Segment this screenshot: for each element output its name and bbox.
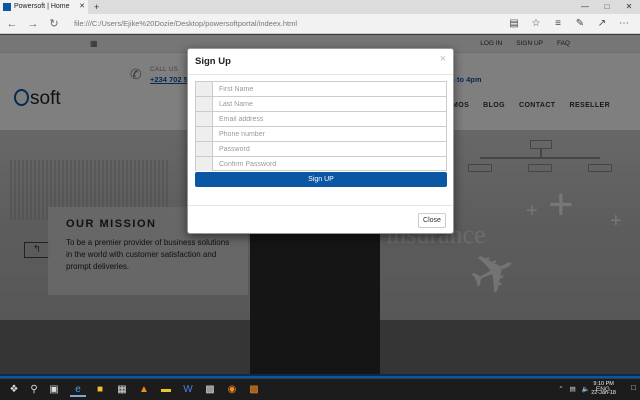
form-row <box>195 156 447 171</box>
address-bar: ← → ↻ file:///C:/Users/Ejike%20Dozie/Des… <box>0 14 640 34</box>
form-row <box>195 141 447 156</box>
network-icon[interactable]: ▤ <box>570 383 576 396</box>
lock-icon <box>196 142 213 156</box>
url-field[interactable]: file:///C:/Users/Ejike%20Dozie/Desktop/p… <box>74 16 514 32</box>
user-icon <box>196 82 213 96</box>
last-name-input[interactable] <box>214 97 446 111</box>
signup-modal: Sign Up × Sign UP Close <box>187 48 454 234</box>
task-view-icon[interactable]: ▣ <box>46 382 62 397</box>
envelope-icon <box>196 112 213 126</box>
notifications-icon[interactable]: □ <box>631 383 636 392</box>
email-input[interactable] <box>214 112 446 126</box>
search-icon[interactable]: ⚲ <box>26 382 42 397</box>
clock-time: 9:10 PM <box>593 381 614 387</box>
store-icon[interactable]: ▦ <box>114 382 130 397</box>
window-controls: — □ ✕ <box>574 0 640 14</box>
folder-icon[interactable]: ▬ <box>158 382 174 397</box>
form-row <box>195 126 447 141</box>
more-icon[interactable]: ⋯ <box>618 17 630 31</box>
signup-form <box>195 81 447 171</box>
modal-title: Sign Up <box>195 56 231 67</box>
modal-close-icon[interactable]: × <box>440 53 446 65</box>
browser-toolbar: ▤ ☆ ≡ ✎ ↗ ⋯ <box>508 17 630 31</box>
phone-input[interactable] <box>214 127 446 141</box>
user-icon <box>196 97 213 111</box>
browser-tab[interactable]: Powersoft | Home ✕ <box>0 0 88 14</box>
notes-icon[interactable]: ✎ <box>574 17 586 31</box>
password-input[interactable] <box>214 142 446 156</box>
modal-divider <box>188 205 453 206</box>
terminal-icon[interactable]: ▩ <box>202 382 218 397</box>
refresh-icon[interactable]: ↻ <box>47 17 61 31</box>
word-icon[interactable]: W <box>180 382 196 397</box>
share-icon[interactable]: ↗ <box>596 17 608 31</box>
confirm-password-input[interactable] <box>214 157 446 171</box>
chevron-up-icon[interactable]: ⌃ <box>558 383 563 396</box>
hub-icon[interactable]: ≡ <box>552 17 564 31</box>
windows-start-icon[interactable]: ❖ <box>6 382 22 397</box>
window-close-icon[interactable]: ✕ <box>618 0 640 14</box>
reading-view-icon[interactable]: ▤ <box>508 17 520 31</box>
edge-icon[interactable]: e <box>70 382 86 397</box>
tab-bar: Powersoft | Home ✕ + — □ ✕ <box>0 0 640 14</box>
site-favicon-icon <box>3 3 11 11</box>
favorite-icon[interactable]: ☆ <box>530 17 542 31</box>
file-explorer-icon[interactable]: ■ <box>92 382 108 397</box>
volume-icon[interactable]: 🔈 <box>582 383 590 396</box>
phone-field-icon <box>196 127 213 141</box>
paint-icon[interactable]: ▩ <box>246 382 262 397</box>
forward-icon[interactable]: → <box>26 17 40 31</box>
tab-close-icon[interactable]: ✕ <box>79 0 85 14</box>
clock[interactable]: 9:10 PM 22-Jan-18 <box>591 380 616 398</box>
first-name-input[interactable] <box>214 82 446 96</box>
modal-header: Sign Up × <box>188 49 453 75</box>
form-row <box>195 81 447 96</box>
lock-icon <box>196 157 213 171</box>
clock-date: 22-Jan-18 <box>591 390 616 396</box>
signup-submit-button[interactable]: Sign UP <box>195 172 447 187</box>
new-tab-button[interactable]: + <box>94 0 99 14</box>
maximize-icon[interactable]: □ <box>596 0 618 14</box>
back-icon[interactable]: ← <box>5 17 19 31</box>
vlc-icon[interactable]: ▲ <box>136 382 152 397</box>
close-button[interactable]: Close <box>418 213 446 228</box>
app-icon[interactable]: ◉ <box>224 382 240 397</box>
windows-taskbar: ❖ ⚲ ▣ e ■ ▦ ▲ ▬ W ▩ ◉ ▩ ⌃ ▤ 🔈 ENG 9:10 P… <box>0 379 640 400</box>
form-row <box>195 96 447 111</box>
tab-title: Powersoft | Home <box>14 3 70 10</box>
form-row <box>195 111 447 126</box>
minimize-icon[interactable]: — <box>574 0 596 14</box>
